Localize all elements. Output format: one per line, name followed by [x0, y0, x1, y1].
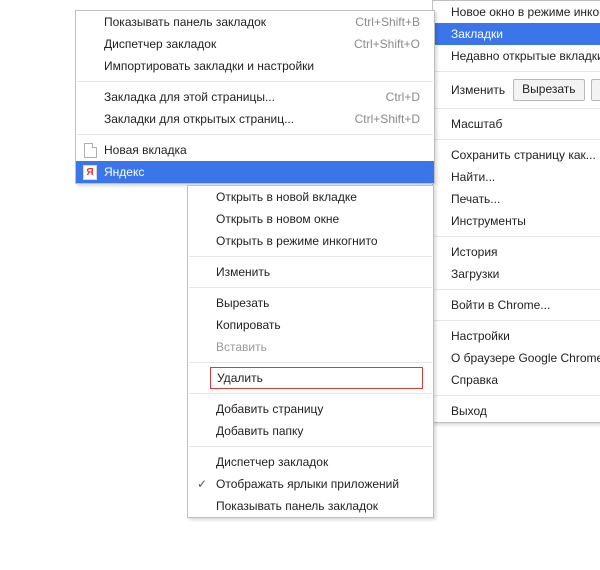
label: Показывать панель закладок — [104, 15, 331, 29]
menu-item-yandex[interactable]: Я Яндекс — [76, 161, 434, 183]
label: История — [451, 245, 600, 259]
menu-item-add-folder[interactable]: Добавить папку — [188, 420, 433, 442]
menu-item-bookmark-page[interactable]: Закладка для этой страницы... Ctrl+D — [76, 86, 434, 108]
menu-item-copy[interactable]: Копировать — [188, 314, 433, 336]
label: О браузере Google Chrome — [451, 351, 600, 365]
separator — [189, 362, 432, 363]
page-icon — [83, 143, 97, 157]
menu-item-new-incognito[interactable]: Новое окно в режиме инкогн — [433, 1, 600, 23]
menu-item-cut[interactable]: Вырезать — [188, 292, 433, 314]
separator — [434, 236, 600, 237]
label: Добавить страницу — [216, 402, 419, 416]
shortcut: Ctrl+Shift+D — [355, 112, 420, 126]
menu-item-zoom[interactable]: Масштаб — [433, 113, 600, 135]
label: Копировать — [216, 318, 419, 332]
check-icon: ✓ — [195, 477, 209, 491]
label: Сохранить страницу как... — [451, 148, 600, 162]
label: Закладки — [451, 27, 600, 41]
bookmarks-menu: Показывать панель закладок Ctrl+Shift+B … — [75, 10, 435, 184]
menu-item-manager[interactable]: Диспетчер закладок — [188, 451, 433, 473]
menu-item-downloads[interactable]: Загрузки — [433, 263, 600, 285]
label: Показывать панель закладок — [216, 499, 419, 513]
separator — [434, 108, 600, 109]
label: Войти в Chrome... — [451, 298, 600, 312]
label: Отображать ярлыки приложений — [216, 477, 419, 491]
label: Найти... — [451, 170, 600, 184]
edit-label: Изменить — [451, 83, 505, 97]
separator — [189, 287, 432, 288]
separator — [434, 289, 600, 290]
label: Настройки — [451, 329, 600, 343]
shortcut: Ctrl+Shift+O — [354, 37, 420, 51]
menu-item-about[interactable]: О браузере Google Chrome — [433, 347, 600, 369]
menu-item-help[interactable]: Справка — [433, 369, 600, 391]
menu-item-show-bar[interactable]: Показывать панель закладок — [188, 495, 433, 517]
separator — [77, 134, 433, 135]
label: Открыть в новой вкладке — [216, 190, 419, 204]
menu-item-new-tab[interactable]: Новая вкладка — [76, 139, 434, 161]
label: Новое окно в режиме инкогн — [451, 5, 600, 19]
label: Открыть в новом окне — [216, 212, 419, 226]
menu-item-add-page[interactable]: Добавить страницу — [188, 398, 433, 420]
label: Удалить — [217, 371, 263, 385]
yandex-icon: Я — [83, 165, 97, 179]
menu-item-bookmarks[interactable]: Закладки — [433, 23, 600, 45]
label: Открыть в режиме инкогнито — [216, 234, 419, 248]
menu-item-show-apps[interactable]: ✓ Отображать ярлыки приложений — [188, 473, 433, 495]
separator — [189, 393, 432, 394]
label: Недавно открытые вкладки — [451, 49, 600, 63]
separator — [434, 71, 600, 72]
menu-item-open-incognito[interactable]: Открыть в режиме инкогнито — [188, 230, 433, 252]
shortcut: Ctrl+Shift+B — [355, 15, 420, 29]
separator — [189, 446, 432, 447]
menu-item-manager[interactable]: Диспетчер закладок Ctrl+Shift+O — [76, 33, 434, 55]
shortcut: Ctrl+D — [386, 90, 420, 104]
label: Вставить — [216, 340, 419, 354]
menu-item-open-window[interactable]: Открыть в новом окне — [188, 208, 433, 230]
separator — [77, 81, 433, 82]
separator — [434, 395, 600, 396]
cut-button[interactable]: Вырезать — [513, 79, 584, 101]
menu-item-edit[interactable]: Изменить — [188, 261, 433, 283]
menu-item-show-bar[interactable]: Показывать панель закладок Ctrl+Shift+B — [76, 11, 434, 33]
label: Импортировать закладки и настройки — [104, 59, 420, 73]
label: Закладки для открытых страниц... — [104, 112, 331, 126]
separator — [434, 320, 600, 321]
label: Инструменты — [451, 214, 600, 228]
copy-button[interactable]: Копи — [591, 79, 600, 101]
separator — [434, 139, 600, 140]
label: Диспетчер закладок — [216, 455, 419, 469]
label: Закладка для этой страницы... — [104, 90, 362, 104]
label: Диспетчер закладок — [104, 37, 330, 51]
edit-row: Изменить Вырезать Копи — [433, 76, 600, 104]
menu-item-open-tab[interactable]: Открыть в новой вкладке — [188, 186, 433, 208]
label: Вырезать — [216, 296, 419, 310]
label: Справка — [451, 373, 600, 387]
label: Загрузки — [451, 267, 600, 281]
menu-item-import[interactable]: Импортировать закладки и настройки — [76, 55, 434, 77]
menu-item-signin[interactable]: Войти в Chrome... — [433, 294, 600, 316]
label: Яндекс — [104, 165, 420, 179]
menu-item-delete[interactable]: Удалить — [210, 367, 423, 389]
menu-item-save-as[interactable]: Сохранить страницу как... — [433, 144, 600, 166]
menu-item-find[interactable]: Найти... — [433, 166, 600, 188]
menu-item-paste: Вставить — [188, 336, 433, 358]
menu-item-print[interactable]: Печать... — [433, 188, 600, 210]
menu-item-bookmark-open[interactable]: Закладки для открытых страниц... Ctrl+Sh… — [76, 108, 434, 130]
menu-item-history[interactable]: История — [433, 241, 600, 263]
label: Добавить папку — [216, 424, 419, 438]
menu-item-tools[interactable]: Инструменты — [433, 210, 600, 232]
context-menu: Открыть в новой вкладке Открыть в новом … — [187, 185, 434, 518]
separator — [189, 256, 432, 257]
label: Выход — [451, 404, 600, 418]
menu-item-recent-tabs[interactable]: Недавно открытые вкладки — [433, 45, 600, 67]
label: Новая вкладка — [104, 143, 420, 157]
label: Масштаб — [451, 117, 600, 131]
label: Изменить — [216, 265, 419, 279]
menu-item-exit[interactable]: Выход — [433, 400, 600, 422]
label: Печать... — [451, 192, 600, 206]
menu-item-settings[interactable]: Настройки — [433, 325, 600, 347]
main-menu: Новое окно в режиме инкогн Закладки Неда… — [432, 0, 600, 423]
